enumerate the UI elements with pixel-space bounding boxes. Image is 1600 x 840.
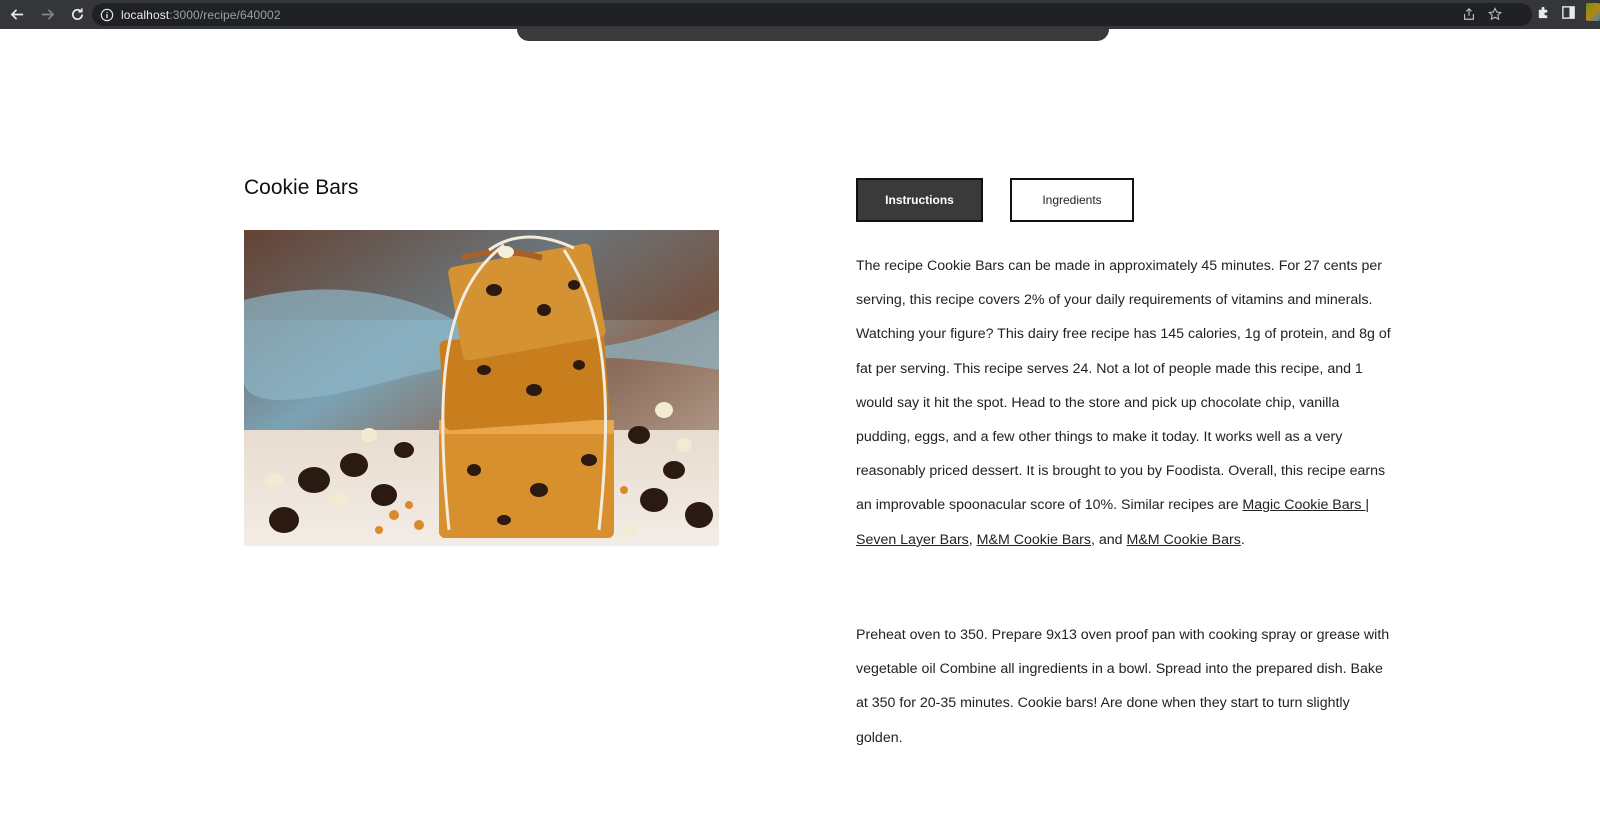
url-path: :3000/recipe/640002	[169, 7, 281, 22]
summary-separator-2: , and	[1091, 531, 1127, 548]
url-host: localhost	[121, 7, 170, 22]
reload-button[interactable]	[64, 2, 90, 28]
recipe-summary: The recipe Cookie Bars can be made in ap…	[856, 249, 1391, 557]
star-icon[interactable]	[1488, 7, 1502, 21]
back-button[interactable]	[4, 2, 30, 28]
info-icon[interactable]	[100, 8, 114, 22]
address-bar[interactable]: localhost:3000/recipe/640002	[92, 3, 1532, 26]
tab-instructions[interactable]: Instructions	[856, 178, 983, 222]
reload-icon	[71, 8, 83, 20]
share-icon[interactable]	[1462, 7, 1476, 21]
recipe-image	[244, 230, 719, 546]
url-text: localhost:3000/recipe/640002	[121, 8, 281, 22]
summary-end: .	[1240, 531, 1245, 548]
profile-avatar[interactable]	[1586, 3, 1600, 21]
similar-recipe-link-2[interactable]: M&M Cookie Bars	[977, 532, 1091, 548]
similar-recipe-link-3[interactable]: M&M Cookie Bars	[1127, 532, 1241, 548]
cookie-bars-photo	[244, 230, 719, 546]
puzzle-icon[interactable]	[1536, 5, 1551, 20]
recipe-instructions: Preheat oven to 350. Prepare 9x13 oven p…	[856, 627, 1390, 746]
arrow-left-icon	[10, 9, 23, 20]
forward-button[interactable]	[34, 2, 60, 28]
summary-separator-1: ,	[968, 531, 977, 548]
side-panel-icon[interactable]	[1561, 5, 1576, 20]
recipe-title: Cookie Bars	[244, 176, 359, 199]
site-navbar-edge	[517, 29, 1109, 41]
browser-toolbar: localhost:3000/recipe/640002	[0, 0, 1600, 29]
arrow-right-icon	[41, 9, 54, 20]
summary-text: The recipe Cookie Bars can be made in ap…	[856, 258, 1391, 514]
extensions-area	[1536, 3, 1600, 21]
tab-ingredients[interactable]: Ingredients	[1010, 178, 1134, 222]
